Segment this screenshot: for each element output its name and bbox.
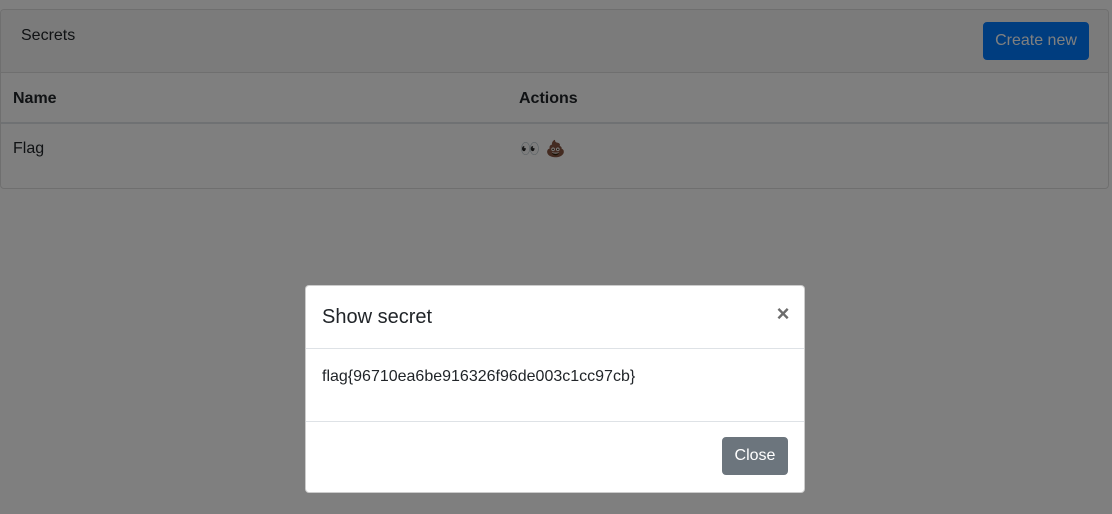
close-button[interactable]: Close	[722, 437, 788, 475]
show-secret-modal: Show secret × flag{96710ea6be916326f96de…	[305, 285, 805, 493]
modal-footer: Close	[306, 422, 804, 492]
secret-value: flag{96710ea6be916326f96de003c1cc97cb}	[322, 368, 636, 385]
close-icon[interactable]: ×	[773, 302, 793, 326]
modal-body: flag{96710ea6be916326f96de003c1cc97cb}	[306, 349, 804, 422]
modal-title: Show secret	[322, 306, 433, 328]
modal-header: Show secret ×	[306, 286, 804, 349]
page: Secrets Create new Name Actions Flag 👀 💩…	[0, 0, 1112, 514]
